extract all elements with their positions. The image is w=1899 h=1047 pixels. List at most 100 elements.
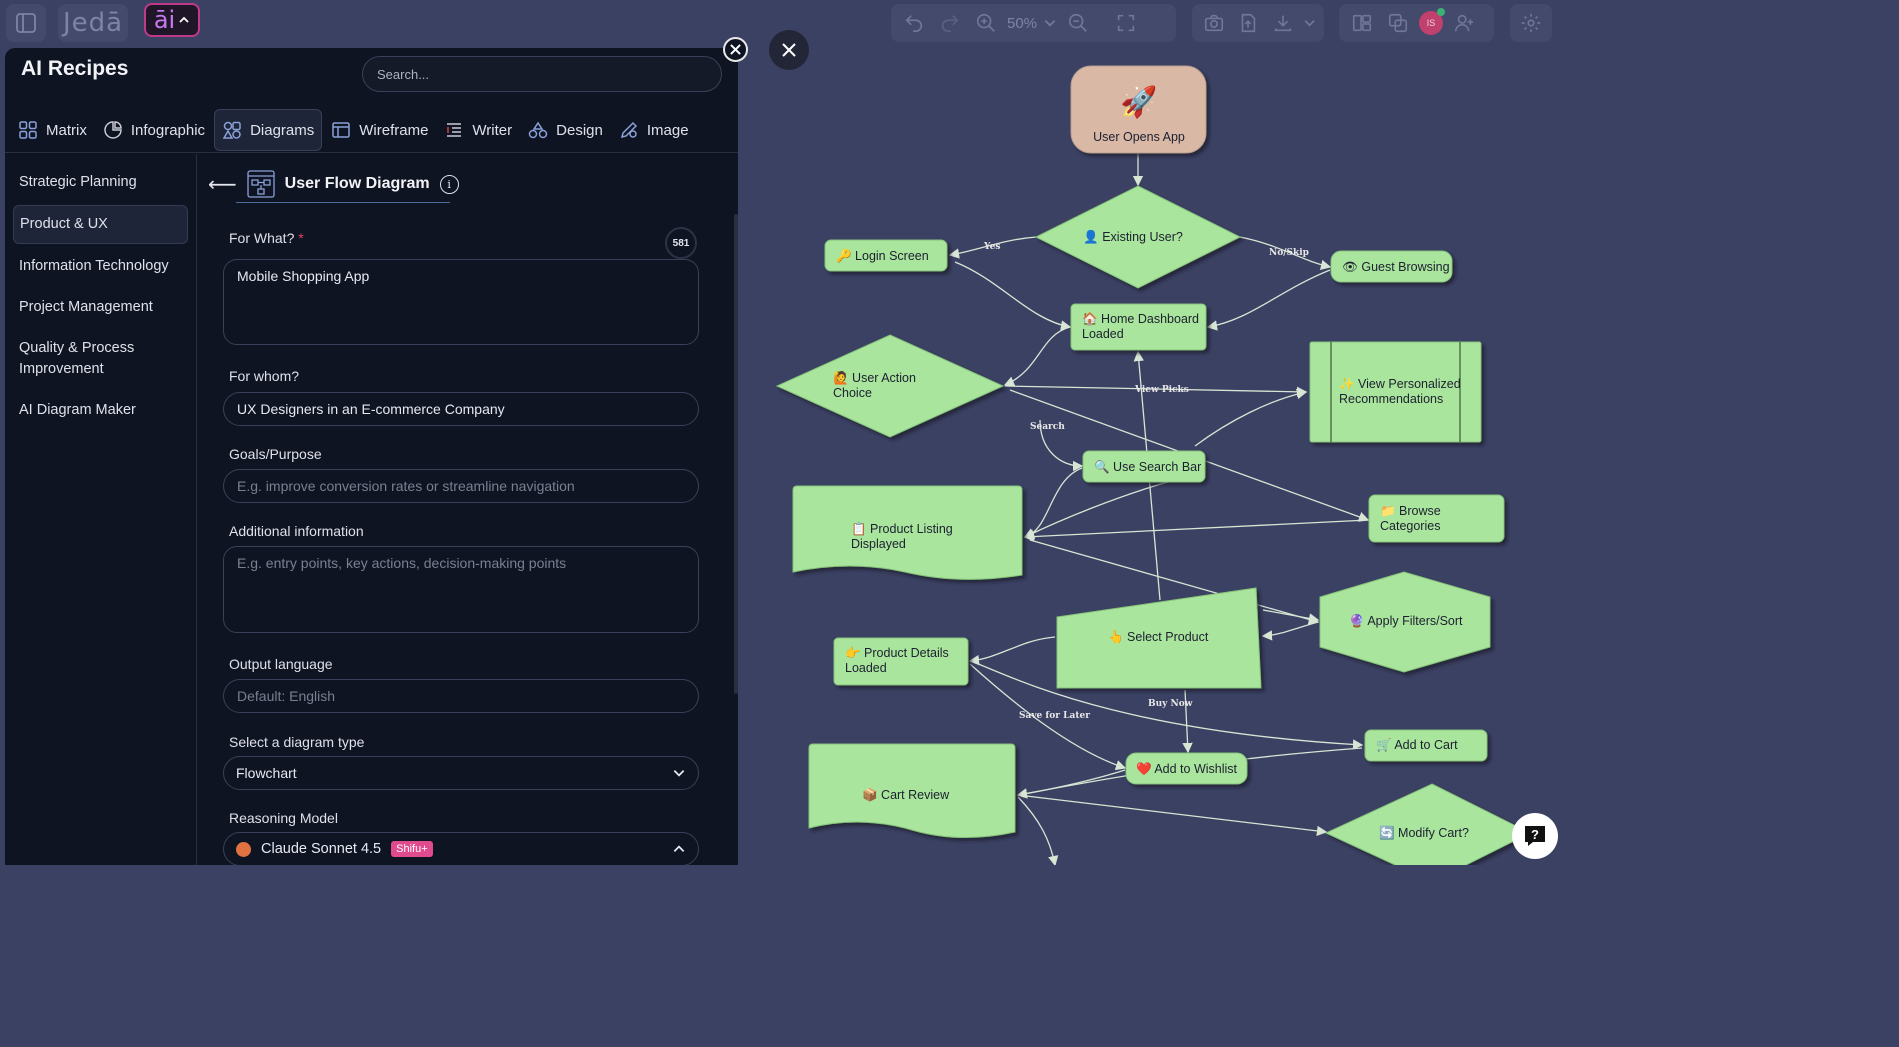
edge-label-yes: Yes: [983, 242, 1000, 252]
svg-text:🛒 Add to Cart: 🛒 Add to Cart: [1376, 737, 1458, 752]
svg-text:📋 Product Listing: 📋 Product Listing: [851, 521, 953, 536]
additional-info-label: Additional information: [229, 523, 364, 539]
node-product-details[interactable]: 👉 Product Details Loaded: [833, 637, 969, 686]
settings-group: [1510, 4, 1552, 42]
edge-label-no-skip: No/Skip: [1269, 248, 1309, 258]
sidebar-toggle-button[interactable]: [6, 4, 46, 42]
node-use-search-bar[interactable]: 🔍 Use Search Bar: [1082, 450, 1206, 483]
claude-logo-icon: [236, 841, 251, 857]
wireframe-icon: [332, 122, 350, 138]
node-add-to-cart[interactable]: 🛒 Add to Cart: [1364, 729, 1488, 762]
search-input[interactable]: [362, 56, 722, 92]
jeda-logo[interactable]: Jedā: [58, 4, 128, 42]
camera-icon[interactable]: [1200, 8, 1228, 38]
node-add-to-wishlist[interactable]: ❤️ Add to Wishlist: [1125, 752, 1248, 785]
node-existing-user[interactable]: 👤 Existing User?: [1034, 185, 1242, 289]
chevron-up-icon: [673, 845, 685, 852]
zoom-level[interactable]: 50%: [1007, 15, 1037, 32]
zoom-out-icon[interactable]: [1063, 8, 1093, 38]
chevron-down-icon[interactable]: [1043, 16, 1057, 30]
svg-text:Displayed: Displayed: [851, 537, 906, 551]
svg-text:Categories: Categories: [1380, 519, 1440, 533]
info-icon[interactable]: i: [439, 174, 459, 194]
goals-label: Goals/Purpose: [229, 446, 322, 462]
svg-text:Loaded: Loaded: [845, 661, 887, 675]
svg-text:❤️ Add to Wishlist: ❤️ Add to Wishlist: [1136, 762, 1238, 776]
sidebar-item-project-management[interactable]: Project Management: [13, 289, 188, 326]
close-panel-button[interactable]: [723, 37, 748, 62]
node-home-dashboard[interactable]: 🏠 Home Dashboard Loaded: [1070, 303, 1207, 351]
tab-infographic[interactable]: Infographic: [96, 109, 212, 151]
reasoning-model-label: Reasoning Model: [229, 810, 338, 826]
sidebar-item-ai-diagram-maker[interactable]: AI Diagram Maker: [13, 392, 188, 429]
title-underline: [236, 202, 450, 203]
node-select-product[interactable]: 👆 Select Product: [1056, 587, 1262, 689]
node-cart-review[interactable]: 📦 Cart Review: [808, 743, 1016, 839]
recipe-tabs: Matrix Infographic Diagrams Wireframe Wr…: [5, 108, 738, 153]
reasoning-model-select[interactable]: Claude Sonnet 4.5 Shifu+: [223, 832, 699, 865]
redo-icon[interactable]: [935, 8, 965, 38]
svg-text:📁 Browse: 📁 Browse: [1380, 504, 1441, 518]
back-arrow-icon[interactable]: ⟵: [208, 172, 237, 197]
svg-text:Loaded: Loaded: [1082, 327, 1124, 341]
node-user-action-choice[interactable]: 🙋 User Action Choice: [775, 334, 1005, 438]
tab-wireframe[interactable]: Wireframe: [324, 109, 435, 151]
upload-icon[interactable]: [1234, 8, 1262, 38]
node-apply-filters[interactable]: 🔮 Apply Filters/Sort: [1319, 571, 1491, 673]
image-icon: [620, 121, 637, 139]
shifu-plus-badge: Shifu+: [391, 841, 433, 857]
svg-text:Recommendations: Recommendations: [1339, 392, 1443, 406]
add-user-icon[interactable]: [1449, 8, 1479, 38]
download-icon[interactable]: [1269, 8, 1297, 38]
node-login-screen[interactable]: 🔑 Login Screen: [824, 239, 948, 272]
edit-view-group: 50%: [891, 4, 1176, 42]
layout-icon[interactable]: [1347, 8, 1377, 38]
zoom-in-icon[interactable]: [971, 8, 1001, 38]
form-scrollbar[interactable]: [734, 214, 738, 694]
close-canvas-button[interactable]: [769, 30, 809, 70]
for-whom-input[interactable]: [223, 392, 699, 426]
additional-info-input[interactable]: [223, 546, 699, 633]
svg-text:🔑 Login Screen: 🔑 Login Screen: [836, 248, 929, 264]
chevron-up-icon: [179, 16, 189, 23]
chevron-down-icon: [673, 770, 685, 777]
avatar[interactable]: IS: [1419, 8, 1445, 35]
tab-writer[interactable]: Writer: [437, 109, 519, 151]
recipe-form: ⟵ User Flow Diagram i For What? * 581 Mo…: [198, 154, 738, 865]
node-product-listing[interactable]: 📋 Product Listing Displayed: [792, 485, 1023, 580]
node-view-personalized[interactable]: ✨ View Personalized Recommendations: [1309, 341, 1482, 443]
svg-text:📦 Cart Review: 📦 Cart Review: [862, 787, 950, 802]
help-button[interactable]: ?: [1512, 813, 1558, 859]
tab-design[interactable]: Design: [521, 109, 610, 151]
translate-icon[interactable]: [1383, 8, 1413, 38]
gear-icon[interactable]: [1516, 8, 1546, 38]
diagram-type-select[interactable]: Flowchart: [223, 756, 699, 790]
svg-text:👤 Existing User?: 👤 Existing User?: [1083, 229, 1183, 244]
goals-input[interactable]: [223, 469, 699, 503]
node-modify-cart[interactable]: 🔄 Modify Cart?: [1324, 783, 1532, 865]
sidebar-item-quality-process[interactable]: Quality & Process Improvement: [13, 330, 173, 388]
chevron-down-icon[interactable]: [1303, 16, 1316, 30]
for-what-input[interactable]: Mobile Shopping App: [223, 259, 699, 345]
sidebar-item-information-technology[interactable]: Information Technology: [13, 248, 188, 285]
edge-label-save-for-later: Save for Later: [1019, 711, 1090, 721]
sidebar-item-product-ux[interactable]: Product & UX: [13, 205, 188, 244]
tab-image[interactable]: Image: [612, 109, 696, 151]
user-flow-diagram: Yes No/Skip View Picks Search Buy Now Sa…: [775, 65, 1532, 865]
export-group: [1192, 4, 1324, 42]
diagram-canvas[interactable]: Yes No/Skip View Picks Search Buy Now Sa…: [738, 46, 1568, 865]
output-language-input[interactable]: [223, 679, 699, 713]
svg-text:👉 Product Details: 👉 Product Details: [845, 646, 949, 660]
tab-diagrams[interactable]: Diagrams: [214, 109, 323, 151]
svg-text:🔍 Use Search Bar: 🔍 Use Search Bar: [1094, 458, 1201, 474]
fit-screen-icon[interactable]: [1111, 8, 1141, 38]
undo-icon[interactable]: [899, 8, 929, 38]
sidebar-item-strategic-planning[interactable]: Strategic Planning: [13, 164, 188, 201]
logo-text: Jedā: [62, 8, 124, 38]
form-header: ⟵ User Flow Diagram i: [208, 170, 459, 198]
ai-menu-button[interactable]: āi: [144, 3, 200, 37]
node-browse-categories[interactable]: 📁 Browse Categories: [1368, 494, 1505, 543]
node-guest-browsing[interactable]: 👁 Guest Browsing: [1330, 250, 1453, 283]
tab-matrix[interactable]: Matrix: [11, 109, 94, 151]
node-user-opens-app[interactable]: 🚀 User Opens App: [1070, 65, 1207, 154]
